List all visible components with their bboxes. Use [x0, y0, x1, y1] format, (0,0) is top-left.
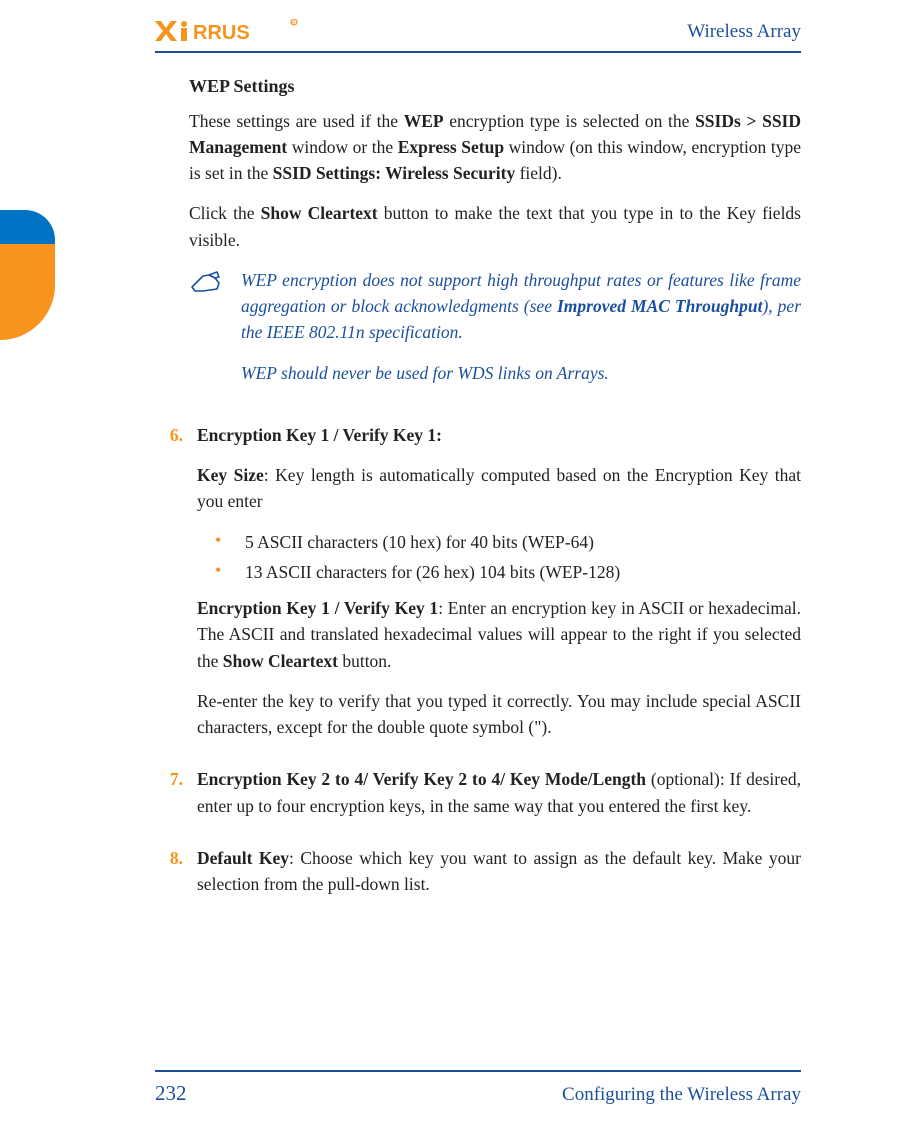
- keysize-para: Key Size: Key length is automatically co…: [197, 462, 801, 515]
- page-footer: 232 Configuring the Wireless Array: [155, 1070, 801, 1110]
- side-tab-decoration: [0, 210, 55, 340]
- item-7-para: Encryption Key 2 to 4/ Verify Key 2 to 4…: [197, 766, 801, 819]
- text-bold: Improved MAC Throughput: [557, 296, 762, 316]
- list-item-7: 7. Encryption Key 2 to 4/ Verify Key 2 t…: [155, 766, 801, 833]
- text-bold: Key Size: [197, 465, 264, 485]
- text: These settings are used if the: [189, 111, 404, 131]
- section-title: WEP Settings: [189, 73, 801, 100]
- text-bold: Express Setup: [398, 137, 504, 157]
- item-title: Encryption Key 2 to 4/ Verify Key 2 to 4…: [197, 769, 646, 789]
- tab-orange: [0, 244, 55, 340]
- list-item-8: 8. Default Key: Choose which key you wan…: [155, 845, 801, 912]
- note-para-2: WEP should never be used for WDS links o…: [241, 360, 801, 386]
- note-text: WEP encryption does not support high thr…: [241, 267, 801, 400]
- text-bold: SSID Settings: Wireless Security: [273, 163, 516, 183]
- bullet-text: 5 ASCII characters (10 hex) for 40 bits …: [245, 529, 594, 555]
- reenter-para: Re-enter the key to verify that you type…: [197, 688, 801, 741]
- header-product-name: Wireless Array: [687, 18, 801, 47]
- xirrus-logo-icon: RRUS R: [155, 19, 305, 45]
- note-hand-icon: [189, 267, 223, 400]
- list-number: 7.: [155, 766, 183, 833]
- list-body: Encryption Key 2 to 4/ Verify Key 2 to 4…: [197, 766, 801, 833]
- item-8-para: Default Key: Choose which key you want t…: [197, 845, 801, 898]
- note-block: WEP encryption does not support high thr…: [189, 267, 801, 400]
- note-para-1: WEP encryption does not support high thr…: [241, 267, 801, 346]
- bullet-item: • 13 ASCII characters for (26 hex) 104 b…: [215, 559, 801, 585]
- bullet-icon: •: [215, 559, 227, 585]
- text: encryption type is selected on the: [444, 111, 695, 131]
- list-body: Default Key: Choose which key you want t…: [197, 845, 801, 912]
- bullet-group: • 5 ASCII characters (10 hex) for 40 bit…: [215, 529, 801, 586]
- list-body: Encryption Key 1 / Verify Key 1: Key Siz…: [197, 422, 801, 755]
- text: window or the: [287, 137, 398, 157]
- bullet-text: 13 ASCII characters for (26 hex) 104 bit…: [245, 559, 620, 585]
- text: button.: [338, 651, 391, 671]
- list-number: 8.: [155, 845, 183, 912]
- bullet-item: • 5 ASCII characters (10 hex) for 40 bit…: [215, 529, 801, 555]
- page-header: RRUS R Wireless Array: [155, 18, 801, 53]
- page-number: 232: [155, 1078, 187, 1110]
- text: field).: [515, 163, 562, 183]
- text: Click the: [189, 203, 261, 223]
- text-bold: Encryption Key 1 / Verify Key 1: [197, 598, 438, 618]
- list-number: 6.: [155, 422, 183, 755]
- intro-paragraph-2: Click the Show Cleartext button to make …: [189, 200, 801, 253]
- intro-paragraph-1: These settings are used if the WEP encry…: [189, 108, 801, 187]
- bullet-icon: •: [215, 529, 227, 555]
- item-title: Encryption Key 1 / Verify Key 1:: [197, 425, 442, 445]
- list-item-6: 6. Encryption Key 1 / Verify Key 1: Key …: [155, 422, 801, 755]
- text: : Key length is automatically computed b…: [197, 465, 801, 511]
- svg-text:RRUS: RRUS: [193, 22, 250, 44]
- text-bold: Show Cleartext: [223, 651, 338, 671]
- tab-blue: [0, 210, 55, 244]
- svg-text:R: R: [292, 21, 296, 27]
- text-bold: Show Cleartext: [261, 203, 378, 223]
- page: RRUS R Wireless Array WEP Settings These…: [0, 0, 901, 1137]
- footer-section-title: Configuring the Wireless Array: [562, 1081, 801, 1110]
- text-bold: WEP: [404, 111, 444, 131]
- item-title: Default Key: [197, 848, 289, 868]
- brand-logo: RRUS R: [155, 19, 305, 45]
- encryption-key-para: Encryption Key 1 / Verify Key 1: Enter a…: [197, 595, 801, 674]
